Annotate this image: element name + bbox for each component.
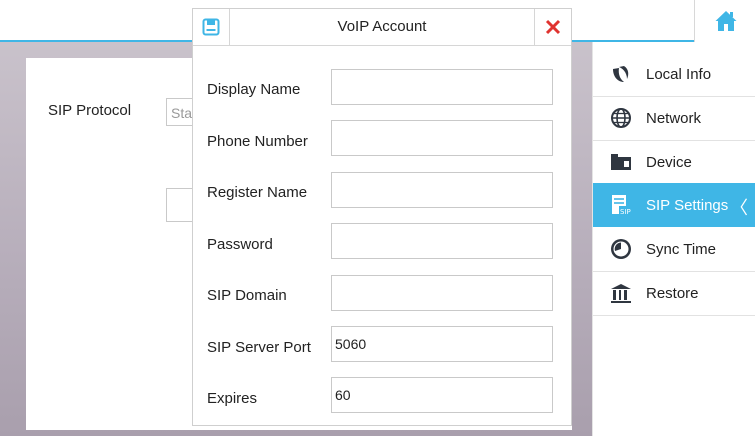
local-info-icon — [610, 63, 632, 85]
sidebar-item-local-info[interactable]: Local Info — [593, 52, 755, 96]
sidebar-item-label: Device — [646, 153, 692, 171]
sidebar: Local Info Network Device SIP SIP Settin… — [592, 42, 755, 436]
display-name-input[interactable] — [331, 69, 553, 105]
sip-icon: SIP — [610, 194, 632, 216]
save-icon — [202, 18, 220, 36]
svg-text:SIP: SIP — [620, 208, 631, 216]
register-name-input[interactable] — [331, 172, 553, 208]
sip-domain-label: SIP Domain — [207, 287, 287, 304]
sidebar-item-label: Local Info — [646, 65, 712, 83]
clock-icon — [610, 238, 632, 260]
sip-server-port-input[interactable]: 5060 — [331, 326, 553, 362]
sidebar-item-label: Network — [646, 109, 702, 127]
close-button[interactable] — [534, 9, 571, 45]
sip-server-port-label: SIP Server Port — [207, 339, 311, 356]
display-name-label: Display Name — [207, 81, 301, 98]
voip-account-dialog: VoIP Account Display Name Phone Number R… — [192, 8, 572, 426]
sip-protocol-label: SIP Protocol — [48, 102, 132, 119]
sidebar-item-label: SIP Settings — [646, 196, 729, 214]
sidebar-divider — [593, 315, 755, 316]
sidebar-item-sync-time[interactable]: Sync Time — [593, 227, 755, 271]
expires-label: Expires — [207, 390, 258, 407]
device-icon — [610, 151, 632, 173]
phone-number-input[interactable] — [331, 120, 553, 156]
register-name-label: Register Name — [207, 184, 308, 201]
phone-number-label: Phone Number — [207, 133, 308, 150]
globe-icon — [610, 107, 632, 129]
chevron-left-icon: 〈 — [730, 198, 748, 218]
restore-icon — [610, 282, 632, 304]
sidebar-item-label: Restore — [646, 284, 699, 302]
sidebar-item-device[interactable]: Device — [593, 140, 755, 184]
dialog-title: VoIP Account — [337, 18, 427, 35]
sidebar-item-restore[interactable]: Restore — [593, 271, 755, 315]
home-button[interactable] — [694, 0, 755, 42]
close-icon — [545, 19, 561, 35]
save-button[interactable] — [193, 9, 230, 45]
dialog-header: VoIP Account — [193, 9, 571, 46]
home-icon — [715, 11, 736, 31]
password-label: Password — [207, 236, 273, 253]
expires-input[interactable]: 60 — [331, 377, 553, 413]
sidebar-item-network[interactable]: Network — [593, 96, 755, 140]
password-input[interactable] — [331, 223, 553, 259]
sidebar-item-label: Sync Time — [646, 240, 717, 258]
sip-domain-input[interactable] — [331, 275, 553, 311]
sidebar-item-sip-settings[interactable]: SIP SIP Settings 〈 — [593, 183, 755, 227]
